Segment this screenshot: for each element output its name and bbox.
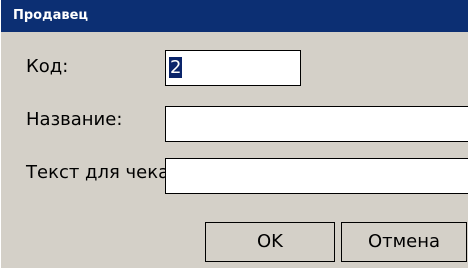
seller-dialog: Продавец Код: 2 Название: Текст для чека… xyxy=(0,0,468,268)
code-value: 2 xyxy=(169,57,183,78)
receipt-text-field[interactable] xyxy=(165,158,468,194)
title-bar[interactable]: Продавец xyxy=(1,0,468,32)
cancel-button[interactable]: Отмена xyxy=(341,222,467,262)
dialog-title: Продавец xyxy=(13,8,89,23)
code-field[interactable]: 2 xyxy=(165,50,301,86)
code-label: Код: xyxy=(26,56,69,77)
name-field[interactable] xyxy=(165,106,468,142)
ok-button[interactable]: OK xyxy=(205,222,335,262)
receipt-text-label: Текст для чека: xyxy=(26,162,176,183)
name-label: Название: xyxy=(26,109,123,130)
